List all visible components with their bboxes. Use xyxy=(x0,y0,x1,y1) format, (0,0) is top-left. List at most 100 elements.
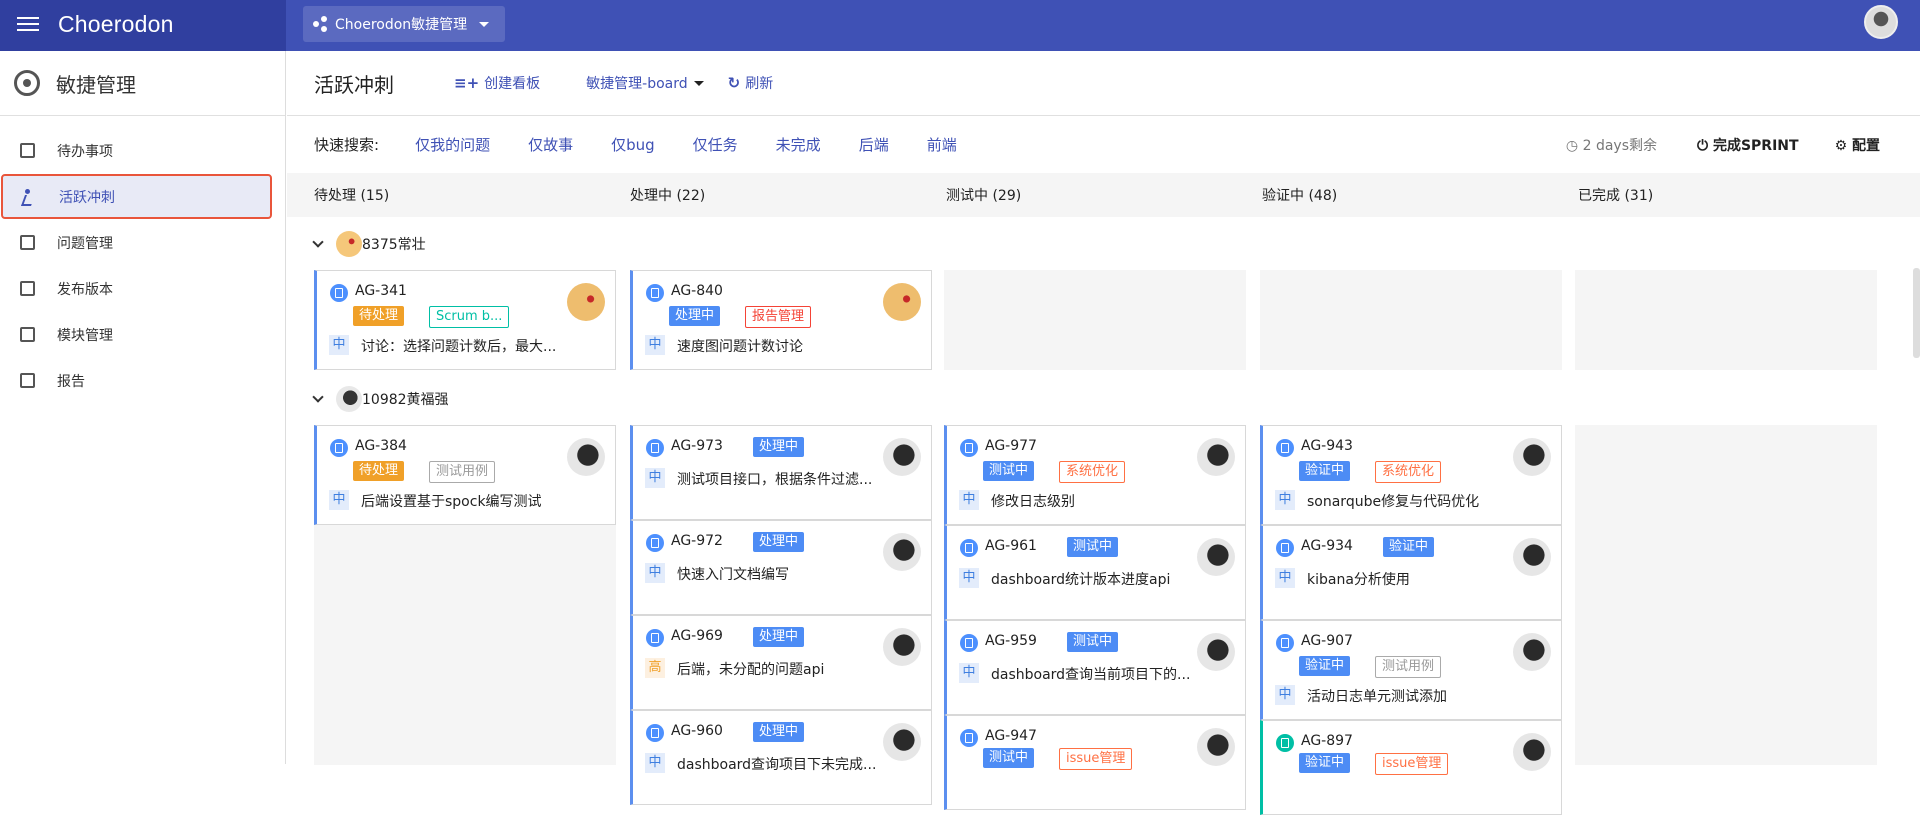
complete-sprint-button[interactable]: ⏻ 完成SPRINT xyxy=(1697,135,1799,155)
task-icon xyxy=(646,284,664,302)
priority-badge: 中 xyxy=(645,468,665,488)
project-selector[interactable]: Choerodon敏捷管理 xyxy=(303,6,505,42)
status-badge: 测试中 xyxy=(1067,632,1119,652)
issue-summary: dashboard查询当前项目下的... xyxy=(991,667,1191,683)
issue-card[interactable]: AG-840 处理中 报告管理 中 速度图问题计数讨论 xyxy=(630,270,932,370)
list-icon xyxy=(20,143,35,158)
sidebar-item-issues[interactable]: 问题管理 xyxy=(0,220,285,265)
issue-summary: dashboard查询项目下未完成... xyxy=(677,757,877,773)
sidebar-item-modules[interactable]: 模块管理 xyxy=(0,312,285,357)
issue-number: AG-947 xyxy=(985,728,1037,744)
filter-backend[interactable]: 后端 xyxy=(859,134,889,155)
sidebar-item-release[interactable]: 发布版本 xyxy=(0,266,285,311)
issue-card[interactable]: AG-969 处理中 高 后端，未分配的问题api xyxy=(630,615,932,710)
issue-summary: 后端设置基于spock编写测试 xyxy=(361,494,542,510)
status-badge: 测试中 xyxy=(983,748,1035,768)
issue-summary: dashboard统计版本进度api xyxy=(991,572,1171,588)
filter-my-issues[interactable]: 仅我的问题 xyxy=(415,134,490,155)
add-list-icon: ≡+ xyxy=(454,74,480,92)
swimlane-header[interactable]: 8375常壮 xyxy=(287,217,1920,270)
priority-badge: 中 xyxy=(645,335,665,355)
create-board-label: 创建看板 xyxy=(484,76,541,92)
issue-number: AG-907 xyxy=(1301,633,1353,649)
sidebar: 敏捷管理 待办事项 活跃冲刺 问题管理 发布版本 模块管理 报告 xyxy=(0,51,286,764)
swimlane-row: AG-384 待处理 测试用例 中 后端设置基于spock编写测试 AG-973… xyxy=(287,425,1920,815)
assignee-avatar xyxy=(1513,538,1551,576)
assignee-avatar xyxy=(1197,538,1235,576)
priority-badge: 中 xyxy=(959,663,979,683)
filter-tasks[interactable]: 仅任务 xyxy=(693,134,738,155)
scrollbar[interactable] xyxy=(1913,268,1920,358)
issue-card[interactable]: AG-907 验证中 测试用例 中 活动日志单元测试添加 xyxy=(1260,620,1562,720)
filter-unfinished[interactable]: 未完成 xyxy=(776,134,821,155)
sidebar-item-reports[interactable]: 报告 xyxy=(0,358,285,403)
issue-number: AG-384 xyxy=(355,438,407,454)
brand-logo[interactable]: Choerodon xyxy=(58,11,174,38)
priority-badge: 中 xyxy=(959,490,979,510)
priority-badge: 中 xyxy=(1275,490,1295,510)
assignee-avatar xyxy=(883,283,921,321)
chevron-down-icon xyxy=(693,80,704,86)
gear-icon: ⚙ xyxy=(1834,137,1852,154)
timer-icon: ◷ xyxy=(1565,137,1583,154)
label-tag: 测试用例 xyxy=(1375,656,1442,678)
assignee-avatar xyxy=(883,533,921,571)
column-header-done: 已完成 (31) xyxy=(1578,188,1654,204)
issue-card[interactable]: AG-384 待处理 测试用例 中 后端设置基于spock编写测试 xyxy=(314,425,616,525)
create-board-button[interactable]: ≡+ 创建看板 xyxy=(454,73,540,93)
label-tag: 系统优化 xyxy=(1375,461,1442,483)
issue-summary: 修改日志级别 xyxy=(991,494,1075,510)
label-tag: 报告管理 xyxy=(745,306,812,328)
menu-icon[interactable] xyxy=(17,14,39,36)
status-badge: 处理中 xyxy=(753,627,805,647)
issue-number: AG-934 xyxy=(1301,538,1353,554)
issue-card[interactable]: AG-977 测试中 系统优化 中 修改日志级别 xyxy=(944,425,1246,525)
config-label: 配置 xyxy=(1852,137,1880,154)
board-select[interactable]: 敏捷管理-board xyxy=(586,73,704,93)
config-button[interactable]: ⚙ 配置 xyxy=(1835,135,1880,155)
issue-card[interactable]: AG-959 测试中 中 dashboard查询当前项目下的... xyxy=(944,620,1246,715)
filter-stories[interactable]: 仅故事 xyxy=(528,134,573,155)
clipboard-icon xyxy=(20,235,35,250)
column-header-verifying: 验证中 (48) xyxy=(1262,188,1338,204)
quick-search-label: 快速搜索: xyxy=(314,136,380,154)
filter-frontend[interactable]: 前端 xyxy=(927,134,957,155)
issue-card[interactable]: AG-934 验证中 中 kibana分析使用 xyxy=(1260,525,1562,620)
priority-badge: 中 xyxy=(1275,685,1295,705)
user-avatar[interactable] xyxy=(1864,5,1898,39)
status-badge: 验证中 xyxy=(1383,537,1435,557)
page-title: 活跃冲刺 xyxy=(314,72,394,97)
sidebar-item-backlog[interactable]: 待办事项 xyxy=(0,128,285,173)
issue-summary: 测试项目接口，根据条件过滤... xyxy=(677,472,873,488)
chevron-down-icon[interactable] xyxy=(312,235,324,248)
chevron-down-icon[interactable] xyxy=(312,390,324,403)
sidebar-item-active-sprint[interactable]: 活跃冲刺 xyxy=(1,174,272,219)
issue-card[interactable]: AG-341 待处理 Scrum b... 中 讨论：选择问题计数后，最大... xyxy=(314,270,616,370)
assignee-avatar xyxy=(1513,633,1551,671)
assignee-avatar xyxy=(1197,633,1235,671)
issue-card[interactable]: AG-943 验证中 系统优化 中 sonarqube修复与代码优化 xyxy=(1260,425,1562,525)
issue-card[interactable]: AG-961 测试中 中 dashboard统计版本进度api xyxy=(944,525,1246,620)
status-badge: 处理中 xyxy=(753,722,805,742)
issue-card[interactable]: AG-960 处理中 中 dashboard查询项目下未完成... xyxy=(630,710,932,805)
refresh-button[interactable]: ↻ 刷新 xyxy=(728,73,774,93)
status-badge: 验证中 xyxy=(1299,753,1351,773)
task-icon xyxy=(1276,634,1294,652)
issue-card[interactable]: AG-972 处理中 中 快速入门文档编写 xyxy=(630,520,932,615)
task-icon xyxy=(330,284,348,302)
status-badge: 验证中 xyxy=(1299,461,1351,481)
sidebar-header: 敏捷管理 xyxy=(0,51,285,116)
issue-card[interactable]: AG-973 处理中 中 测试项目接口，根据条件过滤... xyxy=(630,425,932,520)
column-header-testing: 测试中 (29) xyxy=(946,188,1022,204)
project-icon xyxy=(313,16,329,32)
filter-bugs[interactable]: 仅bug xyxy=(611,134,655,155)
issue-card[interactable]: AG-897 验证中 issue管理 xyxy=(1260,720,1562,815)
story-icon xyxy=(1276,734,1294,752)
assignee-avatar xyxy=(567,283,605,321)
issue-number: AG-969 xyxy=(671,628,723,644)
issue-card[interactable]: AG-947 测试中 issue管理 xyxy=(944,715,1246,810)
swimlane-header[interactable]: 10982黄福强 xyxy=(287,372,1920,425)
column-header-doing: 处理中 (22) xyxy=(630,188,706,204)
priority-badge: 中 xyxy=(645,753,665,773)
project-name: Choerodon敏捷管理 xyxy=(335,17,468,33)
